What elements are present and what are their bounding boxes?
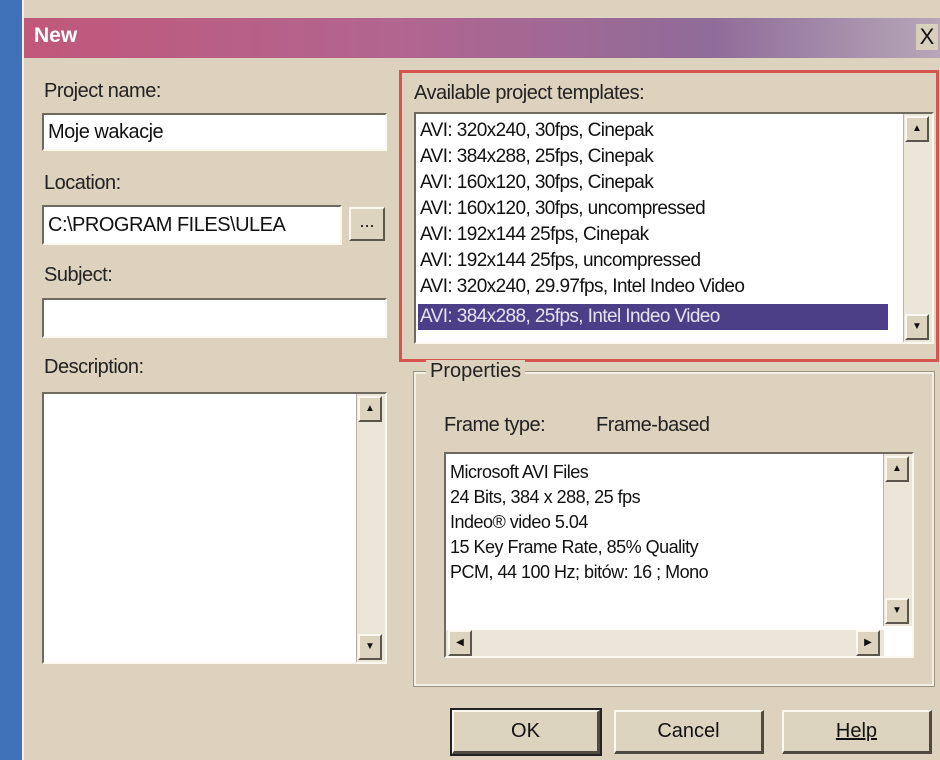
project-name-label: Project name: bbox=[44, 80, 161, 102]
window-title: New bbox=[34, 24, 78, 47]
templates-highlight-frame bbox=[399, 70, 939, 362]
description-scrollbar[interactable]: ▲ ▼ bbox=[356, 394, 385, 662]
help-button[interactable]: Help bbox=[782, 710, 932, 754]
browse-button[interactable]: ... bbox=[349, 207, 385, 241]
project-name-input[interactable]: Moje wakacje bbox=[42, 113, 387, 151]
cancel-button[interactable]: Cancel bbox=[614, 710, 764, 754]
location-input[interactable]: C:\PROGRAM FILES\ULEA bbox=[42, 205, 342, 245]
properties-group-title: Properties bbox=[426, 360, 526, 383]
help-label: Help bbox=[835, 720, 878, 742]
scroll-up-icon[interactable]: ▲ bbox=[885, 456, 909, 482]
subject-input[interactable] bbox=[42, 298, 387, 338]
description-label: Description: bbox=[44, 356, 144, 378]
details-hscrollbar[interactable]: ◀ ▶ bbox=[446, 630, 884, 656]
scroll-down-icon[interactable]: ▼ bbox=[358, 634, 382, 660]
cancel-label: Cancel bbox=[657, 720, 720, 742]
close-button[interactable]: X bbox=[916, 24, 938, 50]
ok-label: OK bbox=[511, 720, 540, 742]
frame-type-label: Frame type: bbox=[444, 414, 546, 436]
new-project-dialog: New X Project name: Moje wakacje Locatio… bbox=[22, 0, 940, 760]
detail-line: Indeo® video 5.04 bbox=[450, 512, 588, 532]
detail-line: PCM, 44 100 Hz; bitów: 16 ; Mono bbox=[450, 562, 709, 582]
scroll-down-icon[interactable]: ▼ bbox=[885, 598, 909, 624]
details-vscrollbar[interactable]: ▲ ▼ bbox=[883, 454, 912, 626]
project-name-value: Moje wakacje bbox=[48, 121, 164, 143]
location-label: Location: bbox=[44, 172, 121, 194]
properties-details-box[interactable]: Microsoft AVI Files 24 Bits, 384 x 288, … bbox=[444, 452, 914, 658]
properties-details: Microsoft AVI Files 24 Bits, 384 x 288, … bbox=[450, 460, 709, 585]
scroll-right-icon[interactable]: ▶ bbox=[856, 630, 880, 656]
scroll-up-icon[interactable]: ▲ bbox=[358, 396, 382, 422]
description-textarea[interactable]: ▲ ▼ bbox=[42, 392, 387, 664]
title-bar[interactable]: New X bbox=[24, 18, 940, 58]
detail-line: Microsoft AVI Files bbox=[450, 462, 589, 482]
browse-label: ... bbox=[359, 211, 375, 231]
frame-type-value: Frame-based bbox=[596, 414, 710, 436]
detail-line: 15 Key Frame Rate, 85% Quality bbox=[450, 537, 699, 557]
ok-button[interactable]: OK bbox=[450, 708, 602, 756]
close-icon: X bbox=[919, 24, 935, 49]
scroll-left-icon[interactable]: ◀ bbox=[448, 630, 472, 656]
detail-line: 24 Bits, 384 x 288, 25 fps bbox=[450, 487, 641, 507]
subject-label: Subject: bbox=[44, 264, 113, 286]
location-value: C:\PROGRAM FILES\ULEA bbox=[48, 214, 286, 236]
